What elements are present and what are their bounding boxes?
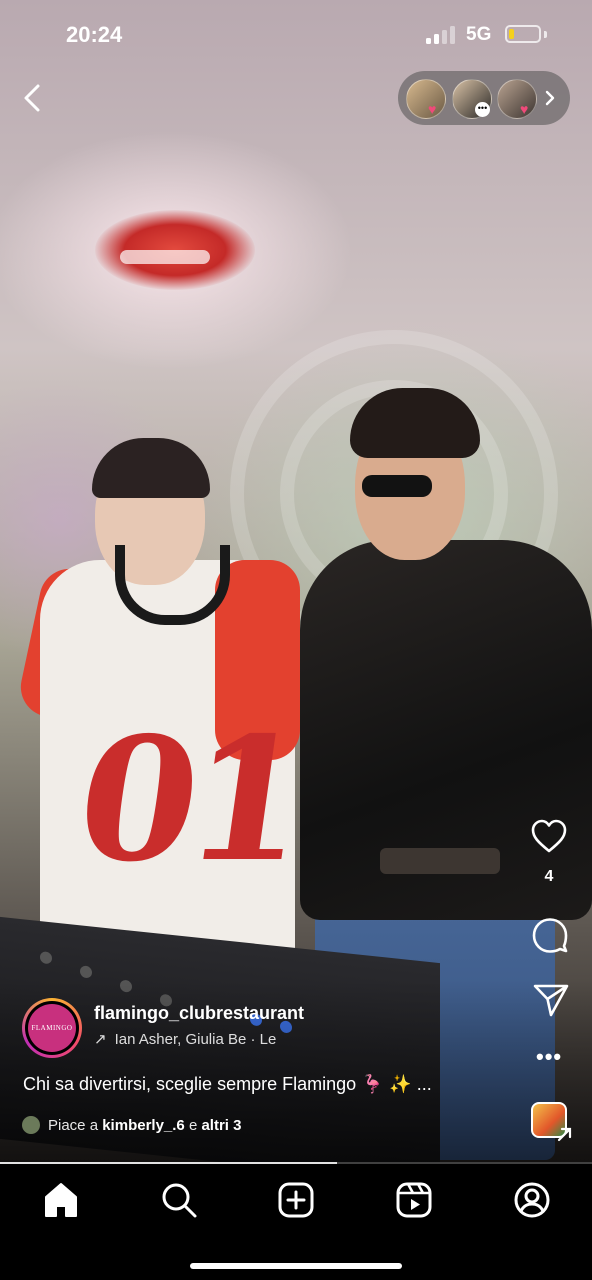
likes-prefix: Piace a: [48, 1117, 99, 1134]
caption-text: Chi sa divertirsi, sceglie sempre Flamin…: [23, 1074, 357, 1094]
comment-button[interactable]: [531, 916, 569, 959]
active-viewers-pill[interactable]: ♥ ••• ♥: [398, 71, 570, 125]
man-belt: [380, 848, 500, 874]
post-caption[interactable]: Chi sa divertirsi, sceglie sempre Flamin…: [23, 1074, 432, 1095]
profile-icon: [514, 1182, 550, 1218]
reels-icon: [396, 1182, 432, 1218]
woman-hair: [92, 438, 210, 498]
chevron-left-icon: [24, 84, 40, 112]
liker-avatar: [22, 1116, 40, 1134]
nav-create[interactable]: [274, 1178, 318, 1222]
caption-more[interactable]: ...: [417, 1074, 432, 1094]
arrow-up-right-icon: [557, 1127, 572, 1142]
likes-others[interactable]: altri 3: [201, 1117, 241, 1134]
battery-icon: [505, 25, 541, 43]
share-button[interactable]: [532, 982, 570, 1023]
home-icon: [45, 1183, 77, 1217]
nav-profile[interactable]: [510, 1178, 554, 1222]
nav-reels[interactable]: [392, 1178, 436, 1222]
heart-badge-icon: ♥: [520, 101, 529, 117]
mural-teeth: [120, 250, 210, 264]
repost-arrow-icon: ↗: [94, 1031, 107, 1048]
network-type: 5G: [466, 24, 492, 45]
likes-joiner: e: [188, 1117, 198, 1134]
collaborators-row[interactable]: ↗ Ian Asher, Giulia Be · Le: [94, 1030, 324, 1048]
more-options-button[interactable]: •••: [536, 1044, 562, 1070]
liker-username[interactable]: kimberly_.6: [102, 1117, 185, 1134]
flamingo-logo: FLAMINGO: [28, 1004, 76, 1052]
viewer-avatar: [406, 79, 446, 119]
like-button[interactable]: [530, 818, 568, 859]
chevron-right-icon: [545, 90, 555, 106]
home-indicator: [190, 1263, 402, 1269]
comment-icon: [532, 918, 568, 953]
battery-cap: [544, 31, 547, 38]
profile-avatar[interactable]: FLAMINGO: [22, 998, 82, 1058]
sunglasses: [362, 475, 432, 497]
back-button[interactable]: [18, 80, 50, 116]
heart-icon: [531, 819, 567, 853]
search-icon: [162, 1183, 197, 1218]
viewer-avatar: [497, 79, 537, 119]
username-link[interactable]: flamingo_clubrestaurant: [94, 1003, 304, 1024]
status-time: 20:24: [66, 22, 123, 47]
reel-video[interactable]: 01: [0, 0, 592, 1162]
message-badge-icon: •••: [475, 102, 490, 117]
nav-home[interactable]: [39, 1178, 83, 1222]
nav-search[interactable]: [157, 1178, 201, 1222]
collaborators-text: Ian Asher, Giulia Be · Le: [114, 1031, 277, 1048]
cell-signal-icon: [426, 26, 458, 44]
send-icon: [533, 984, 569, 1017]
shirt-graphic: 01: [65, 700, 311, 900]
create-post-icon: [278, 1182, 314, 1218]
like-count: 4: [544, 868, 554, 885]
liked-by-row[interactable]: Piace a kimberly_.6 e altri 3: [22, 1116, 242, 1134]
caption-emojis: 🦩 ✨: [361, 1074, 412, 1095]
heart-badge-icon: ♥: [428, 101, 437, 117]
